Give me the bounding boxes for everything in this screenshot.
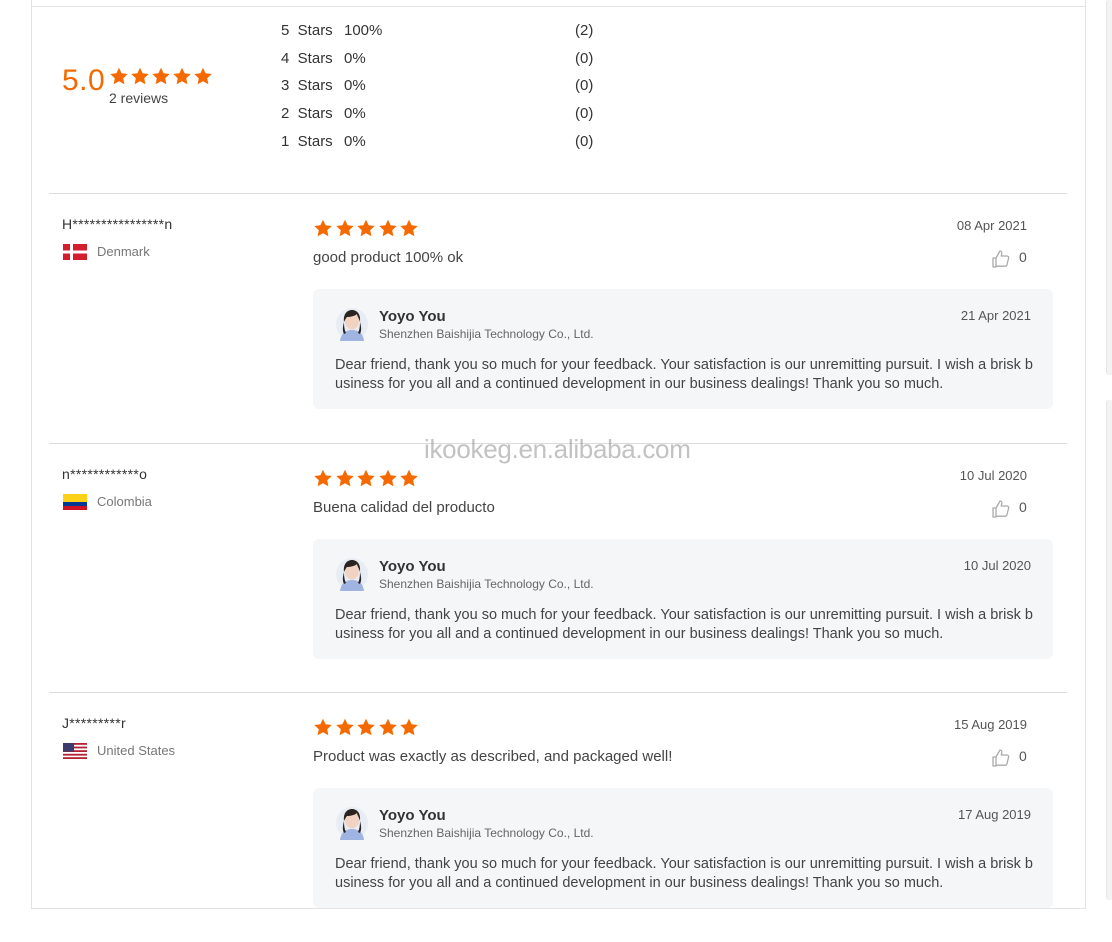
- reply-text: Dear friend, thank you so much for your …: [335, 357, 1033, 392]
- distribution-percent: 0%: [344, 50, 366, 67]
- reviewer-name: H****************n: [62, 216, 173, 232]
- reviewer-country: Denmark: [97, 244, 150, 259]
- star-icon: [194, 67, 212, 85]
- distribution-count: (2): [575, 22, 594, 39]
- average-score: 5.0: [62, 64, 106, 97]
- like-count: 0: [1019, 499, 1027, 515]
- star-icon: [335, 219, 354, 237]
- star-icon: [152, 67, 170, 85]
- seller-company: Shenzhen Baishijia Technology Co., Ltd.: [379, 327, 594, 341]
- review-stars: [313, 717, 421, 742]
- reviewer-country: United States: [97, 743, 176, 758]
- star-icon: [378, 469, 397, 487]
- seller-avatar: [336, 557, 368, 591]
- review-date: 08 Apr 2021: [956, 218, 1027, 233]
- distribution-count: (0): [575, 105, 594, 122]
- star-icon: [400, 469, 418, 487]
- distribution-count: (0): [575, 133, 594, 150]
- watermark: ikookeg.en.alibaba.com: [424, 434, 691, 464]
- seller-company: Shenzhen Baishijia Technology Co., Ltd.: [379, 577, 594, 591]
- reply-text: Dear friend, thank you so much for your …: [335, 607, 1033, 642]
- like-count: 0: [1019, 249, 1027, 265]
- star-icon: [335, 718, 354, 736]
- star-icon: [110, 67, 128, 85]
- star-icon: [314, 469, 332, 487]
- star-icon: [357, 469, 375, 487]
- review-date: 15 Aug 2019: [953, 717, 1027, 732]
- united-states-flag-icon: [63, 743, 87, 759]
- distribution-label: 2 Stars: [281, 105, 333, 122]
- review-text: good product 100% ok: [313, 249, 464, 266]
- review-item: J*********r United States 15 Aug 2019 Pr…: [49, 693, 1067, 942]
- reviews-count: 2 reviews: [109, 90, 169, 106]
- reply-date: 21 Apr 2021: [960, 308, 1031, 323]
- star-icon: [314, 219, 332, 237]
- distribution-label: 3 Stars: [281, 77, 333, 94]
- thumbs-up-icon[interactable]: [991, 249, 1011, 269]
- star-icon: [378, 219, 397, 237]
- review-stars: [313, 218, 421, 243]
- top-divider: [31, 6, 1085, 7]
- star-icon: [173, 67, 191, 85]
- reply-date: 17 Aug 2019: [957, 807, 1031, 822]
- denmark-flag-icon: [63, 244, 87, 260]
- seller-company: Shenzhen Baishijia Technology Co., Ltd.: [379, 826, 594, 840]
- review-item: H****************n Denmark 08 Apr 2021 g…: [49, 194, 1067, 443]
- reviewer-country: Colombia: [97, 494, 152, 509]
- star-icon: [400, 718, 418, 736]
- like-count: 0: [1019, 748, 1027, 764]
- distribution-percent: 0%: [344, 105, 366, 122]
- seller-reply: Yoyo You Shenzhen Baishijia Technology C…: [313, 289, 1053, 409]
- review-text: Buena calidad del producto: [313, 499, 495, 516]
- summary-stars: [109, 66, 214, 91]
- distribution-label: 4 Stars: [281, 50, 333, 67]
- distribution-count: (0): [575, 50, 594, 67]
- review-stars: [313, 468, 421, 493]
- seller-name: Yoyo You: [379, 558, 446, 575]
- colombia-flag-icon: [63, 494, 87, 510]
- reply-date: 10 Jul 2020: [963, 558, 1031, 573]
- distribution-percent: 0%: [344, 77, 366, 94]
- star-icon: [357, 219, 375, 237]
- star-icon: [378, 718, 397, 736]
- star-icon: [335, 469, 354, 487]
- review-text: Product was exactly as described, and pa…: [313, 748, 673, 765]
- seller-name: Yoyo You: [379, 308, 446, 325]
- seller-avatar: [336, 806, 368, 840]
- distribution-percent: 100%: [344, 22, 383, 39]
- side-edge: [1106, 0, 1112, 900]
- seller-reply: Yoyo You Shenzhen Baishijia Technology C…: [313, 788, 1053, 908]
- reply-text: Dear friend, thank you so much for your …: [335, 856, 1033, 891]
- star-icon: [357, 718, 375, 736]
- reviewer-name: n************o: [62, 466, 148, 482]
- seller-reply: Yoyo You Shenzhen Baishijia Technology C…: [313, 539, 1053, 659]
- star-icon: [131, 67, 149, 85]
- star-icon: [314, 718, 332, 736]
- review-date: 10 Jul 2020: [959, 468, 1027, 483]
- seller-avatar: [336, 307, 368, 341]
- thumbs-up-icon[interactable]: [991, 499, 1011, 519]
- reviewer-name: J*********r: [62, 715, 126, 731]
- distribution-count: (0): [575, 77, 594, 94]
- distribution-label: 5 Stars: [281, 22, 333, 39]
- distribution-percent: 0%: [344, 133, 366, 150]
- thumbs-up-icon[interactable]: [991, 748, 1011, 768]
- seller-name: Yoyo You: [379, 807, 446, 824]
- review-item: n************o Colombia 10 Jul 2020 Buen…: [49, 444, 1067, 693]
- star-icon: [400, 219, 418, 237]
- distribution-label: 1 Stars: [281, 133, 333, 150]
